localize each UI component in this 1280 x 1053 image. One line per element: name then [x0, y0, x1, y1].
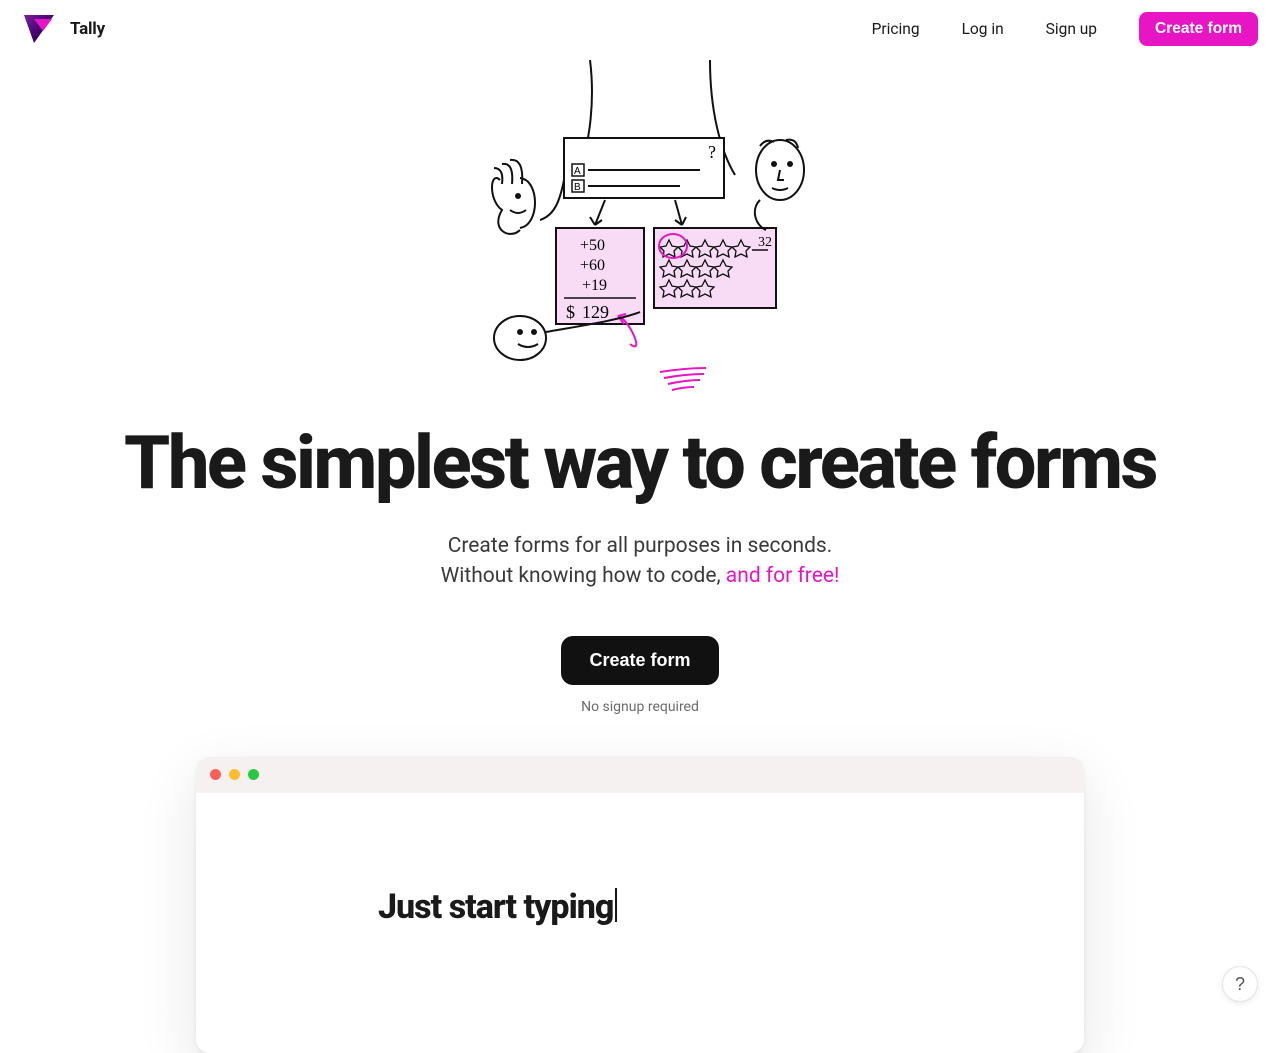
- help-button[interactable]: ?: [1222, 966, 1258, 1002]
- hero-illustration: ? A B +50 +60 +19 $ 129: [460, 60, 820, 395]
- svg-text:32: 32: [758, 235, 772, 250]
- editor-mockup: Just start typing: [196, 757, 1084, 1053]
- top-nav: Pricing Log in Sign up Create form: [872, 12, 1258, 46]
- hero-subhead-highlight: and for free!: [726, 564, 840, 588]
- brand[interactable]: Tally: [22, 13, 105, 45]
- svg-text:+60: +60: [580, 257, 605, 274]
- window-minimize-icon: [229, 769, 240, 780]
- window-close-icon: [210, 769, 221, 780]
- nav-create-form-button[interactable]: Create form: [1139, 12, 1258, 46]
- svg-text:+19: +19: [582, 277, 607, 294]
- hero-subhead: Create forms for all purposes in seconds…: [0, 531, 1280, 592]
- mockup-titlebar: [196, 757, 1084, 793]
- nav-login[interactable]: Log in: [962, 20, 1004, 38]
- hero-subhead-line1: Create forms for all purposes in seconds…: [448, 534, 833, 558]
- brand-name: Tally: [70, 19, 105, 39]
- svg-text:B: B: [574, 182, 581, 193]
- svg-text:129: 129: [582, 302, 609, 322]
- hero-headline: The simplest way to create forms: [0, 425, 1280, 503]
- svg-text:?: ?: [708, 142, 716, 162]
- svg-text:+50: +50: [580, 237, 605, 254]
- hero-create-form-button[interactable]: Create form: [561, 636, 718, 685]
- mockup-body: Just start typing: [196, 793, 1084, 1053]
- tally-logo-icon: [22, 13, 56, 45]
- nav-signup[interactable]: Sign up: [1046, 20, 1097, 38]
- hero-subhead-line2-prefix: Without knowing how to code,: [441, 564, 726, 588]
- svg-text:A: A: [574, 166, 581, 177]
- typing-demo-text: Just start typing: [378, 887, 613, 927]
- svg-text:$: $: [566, 302, 575, 322]
- help-icon: ?: [1235, 974, 1245, 995]
- hero-note: No signup required: [0, 699, 1280, 715]
- text-cursor-icon: [615, 888, 617, 922]
- window-zoom-icon: [248, 769, 259, 780]
- nav-pricing[interactable]: Pricing: [872, 20, 920, 38]
